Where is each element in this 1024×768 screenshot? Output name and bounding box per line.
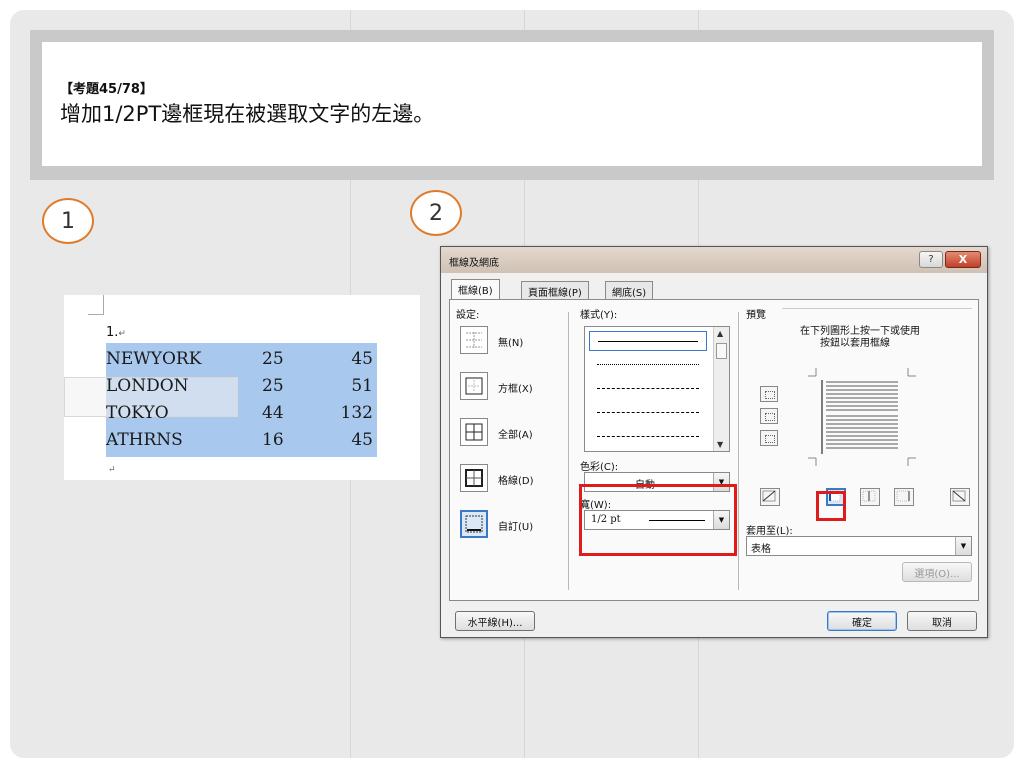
table-row[interactable]: ATHRNS 16 45 <box>106 426 377 454</box>
apply-to-value: 表格 <box>751 544 771 555</box>
border-bottom-button[interactable] <box>760 430 778 446</box>
preview-label: 預覽 <box>746 310 766 321</box>
cell-value: 16 <box>262 430 284 450</box>
dialog-titlebar[interactable]: 框線及網底 ? X <box>441 247 987 273</box>
setting-none-label[interactable]: 無(N) <box>498 334 523 349</box>
ok-button[interactable]: 確定 <box>827 611 897 631</box>
cell-city: ATHRNS <box>106 430 183 450</box>
setting-all-icon[interactable] <box>460 418 488 446</box>
question-box: 【考題45/78】 增加1/2PT邊框現在被選取文字的左邊。 <box>42 42 982 166</box>
apply-to-dropdown[interactable]: 表格 ▼ <box>746 536 972 556</box>
style-dashed-small[interactable] <box>589 379 707 399</box>
help-button[interactable]: ? <box>919 251 943 268</box>
diagonal-up-button[interactable] <box>950 488 970 506</box>
apply-to-label: 套用至(L): <box>746 526 793 537</box>
table-row[interactable]: NEWYORK 25 45 <box>106 345 377 373</box>
tab-shading[interactable]: 網底(S) <box>605 281 654 299</box>
style-listbox[interactable]: ▲ ▼ <box>584 326 730 452</box>
tab-page-border[interactable]: 頁面框線(P) <box>521 281 589 299</box>
setting-custom-icon[interactable] <box>460 510 488 538</box>
setting-grid-icon[interactable] <box>460 464 488 492</box>
cell-value: 45 <box>351 430 373 450</box>
list-number: 1.↵ <box>106 325 126 340</box>
page-corner-mark <box>88 295 104 315</box>
step-2-circle: 2 <box>410 190 462 236</box>
cell-value: 132 <box>340 403 373 423</box>
border-middle-button[interactable] <box>760 408 778 424</box>
border-preview[interactable] <box>808 368 918 466</box>
cell-city: LONDON <box>106 376 189 396</box>
horizontal-line-button[interactable]: 水平線(H)... <box>455 611 535 631</box>
settings-label: 設定: <box>456 310 480 321</box>
style-dash-dot[interactable] <box>589 427 707 447</box>
style-scrollbar[interactable]: ▲ ▼ <box>713 327 729 451</box>
cell-value: 51 <box>351 376 373 396</box>
table-row[interactable]: LONDON 25 51 <box>106 372 377 400</box>
style-solid[interactable] <box>589 331 707 351</box>
column-separator <box>568 312 569 590</box>
setting-none-icon[interactable] <box>460 326 488 354</box>
column-separator <box>738 312 739 590</box>
setting-box-label[interactable]: 方框(X) <box>498 380 533 395</box>
style-label: 樣式(Y): <box>580 310 618 321</box>
question-banner: 【考題45/78】 增加1/2PT邊框現在被選取文字的左邊。 <box>30 30 994 180</box>
style-dashed[interactable] <box>589 403 707 423</box>
border-center-button[interactable] <box>860 488 880 506</box>
close-button[interactable]: X <box>945 251 981 268</box>
cell-value: 45 <box>351 349 373 369</box>
style-dotted[interactable] <box>589 355 707 375</box>
tab-borders[interactable]: 框線(B) <box>451 279 500 300</box>
diagonal-down-button[interactable] <box>760 488 780 506</box>
cancel-button[interactable]: 取消 <box>907 611 977 631</box>
cell-city: TOKYO <box>106 403 169 423</box>
options-button[interactable]: 選項(O)... <box>902 562 972 582</box>
table-row[interactable]: TOKYO 44 132 <box>106 399 377 427</box>
cell-value: 25 <box>262 349 284 369</box>
paragraph-end-mark: ↵ <box>108 465 116 475</box>
border-right-button[interactable] <box>894 488 914 506</box>
cell-city: NEWYORK <box>106 349 202 369</box>
setting-grid-label[interactable]: 格線(D) <box>498 472 534 487</box>
scroll-up-icon[interactable]: ▲ <box>717 329 723 338</box>
document-excerpt: 1.↵ NEWYORK 25 45 LONDON 25 51 TOKYO 44 … <box>64 295 420 480</box>
question-text: 增加1/2PT邊框現在被選取文字的左邊。 <box>60 102 435 126</box>
border-top-button[interactable] <box>760 386 778 402</box>
width-highlight-box <box>579 484 737 556</box>
slide: 【考題45/78】 增加1/2PT邊框現在被選取文字的左邊。 1 2 1.↵ N… <box>10 10 1014 758</box>
cell-value: 44 <box>262 403 284 423</box>
color-label: 色彩(C): <box>580 462 619 473</box>
left-border-highlight-box <box>816 491 846 521</box>
question-number: 【考題45/78】 <box>60 82 153 97</box>
chevron-down-icon[interactable]: ▼ <box>955 537 971 555</box>
scroll-down-icon[interactable]: ▼ <box>717 440 723 449</box>
step-1-circle: 1 <box>42 198 94 244</box>
scroll-thumb[interactable] <box>716 343 727 359</box>
cell-value: 25 <box>262 376 284 396</box>
dialog-title: 框線及網底 <box>449 258 499 269</box>
borders-shading-dialog: 框線及網底 ? X 框線(B) 頁面框線(P) 網底(S) 設定: 無(N) 方… <box>440 246 988 638</box>
preview-divider <box>782 308 972 309</box>
setting-all-label[interactable]: 全部(A) <box>498 426 533 441</box>
setting-custom-label[interactable]: 自訂(U) <box>498 518 533 533</box>
preview-hint: 按鈕以套用框線 <box>820 338 890 349</box>
setting-box-icon[interactable] <box>460 372 488 400</box>
